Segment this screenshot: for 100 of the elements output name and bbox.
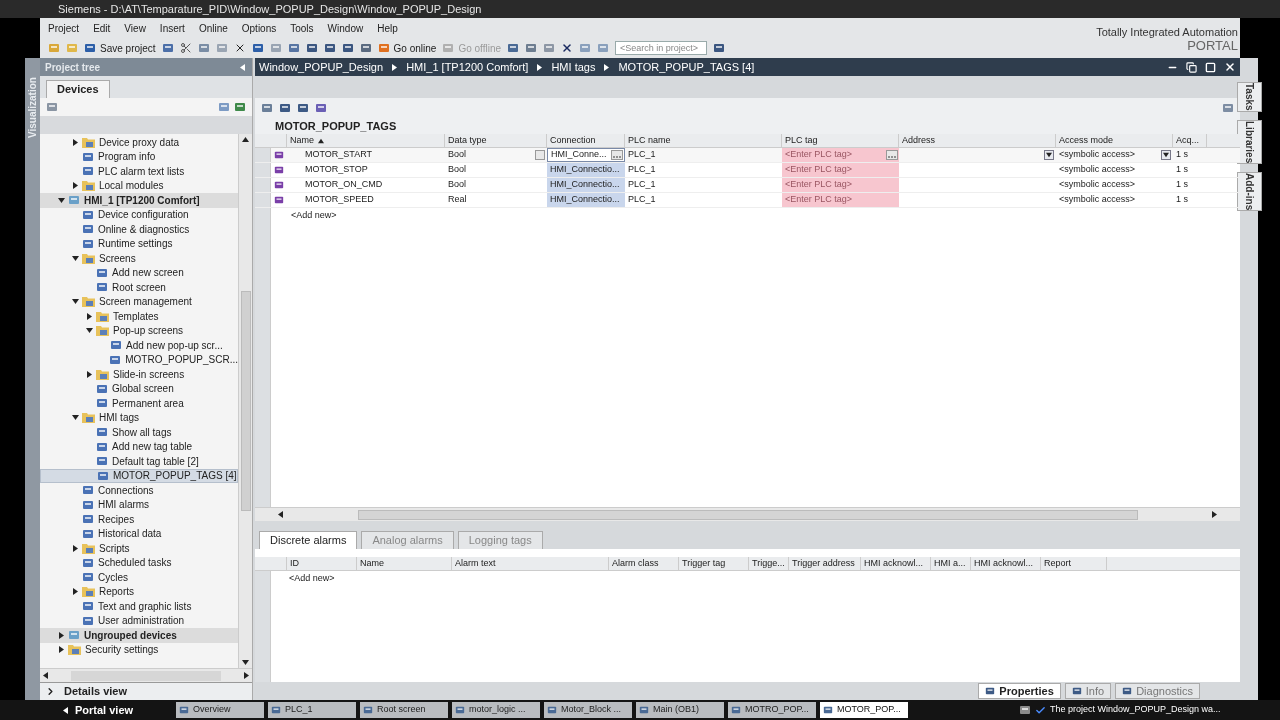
browse-button[interactable] — [886, 150, 898, 160]
taskbar-item[interactable]: Motor_Block ... — [544, 702, 632, 718]
tree-item[interactable]: Add new tag table — [40, 439, 238, 454]
tree-item[interactable]: Global screen — [40, 381, 238, 396]
browse-button[interactable] — [611, 150, 623, 160]
expand-arrow-icon[interactable] — [72, 544, 79, 552]
tree-item[interactable]: Scheduled tasks — [40, 555, 238, 570]
column-header[interactable]: Address — [899, 134, 1056, 147]
menu-item[interactable]: Window — [327, 20, 364, 36]
close-icon[interactable] — [1224, 61, 1236, 73]
tree-item[interactable]: Device proxy data — [40, 135, 238, 150]
column-header[interactable]: Name — [287, 134, 445, 147]
tree-item[interactable]: Runtime settings — [40, 236, 238, 251]
column-header[interactable]: Alarm class — [609, 557, 679, 570]
add-new-row[interactable]: <Add new> — [271, 208, 337, 223]
tree-item[interactable]: User administration — [40, 613, 238, 628]
menu-item[interactable]: Help — [377, 20, 398, 36]
close-icon[interactable] — [561, 42, 574, 54]
taskbar-item[interactable]: Overview — [176, 702, 264, 718]
menu-item[interactable]: Insert — [159, 20, 185, 36]
devices-tab[interactable]: Devices — [46, 80, 110, 98]
column-header[interactable]: Report — [1041, 557, 1107, 570]
tree-item[interactable]: Connections — [40, 483, 238, 498]
column-header[interactable]: HMI acknowl... — [971, 557, 1041, 570]
column-header[interactable]: Data type — [445, 134, 547, 147]
column-header[interactable]: HMI a... — [931, 557, 971, 570]
portal-view-button[interactable]: Portal view — [62, 701, 172, 719]
vertical-scrollbar[interactable] — [238, 134, 252, 668]
horizontal-scrollbar[interactable] — [255, 507, 1240, 521]
tree-item[interactable]: Show all tags — [40, 425, 238, 440]
column-header[interactable]: PLC tag — [782, 134, 899, 147]
scroll-left-icon[interactable] — [277, 511, 284, 518]
tree-item[interactable]: HMI tags — [40, 410, 238, 425]
tree-item[interactable]: Screens — [40, 251, 238, 266]
tree-item[interactable]: Local modules — [40, 178, 238, 193]
tree-item[interactable]: Pop-up screens — [40, 323, 238, 338]
column-header[interactable]: Connection — [547, 134, 625, 147]
breadcrumb-item[interactable]: MOTOR_POPUP_TAGS [4] — [618, 58, 755, 76]
column-header[interactable]: HMI acknowl... — [861, 557, 931, 570]
tree-item[interactable]: MOTOR_POPUP_TAGS [4] — [40, 468, 238, 483]
add-new-row[interactable]: <Add new> — [271, 571, 335, 586]
menu-item[interactable]: Edit — [93, 20, 111, 36]
breadcrumb-item[interactable]: HMI tags — [551, 58, 596, 76]
expand-icon[interactable] — [45, 686, 56, 697]
go-online-button[interactable]: Go online — [377, 40, 437, 56]
menu-item[interactable]: Project — [48, 20, 80, 36]
scroll-down-icon[interactable] — [242, 659, 249, 666]
tree-item[interactable]: Templates — [40, 309, 238, 324]
breadcrumb-item[interactable]: HMI_1 [TP1200 Comfort] — [406, 58, 529, 76]
taskbar-item[interactable]: Root screen — [360, 702, 448, 718]
tree-item[interactable]: Permanent area — [40, 396, 238, 411]
expand-arrow-icon[interactable] — [86, 370, 93, 378]
menu-item[interactable]: Options — [241, 20, 277, 36]
tree-item[interactable]: Screen management — [40, 294, 238, 309]
expand-arrow-icon[interactable] — [86, 312, 93, 320]
expand-arrow-icon[interactable] — [72, 138, 79, 146]
column-header[interactable]: PLC name — [625, 134, 782, 147]
scroll-right-icon[interactable] — [243, 672, 250, 679]
tree-item[interactable]: Historical data — [40, 526, 238, 541]
taskbar-item[interactable]: Main (OB1) — [636, 702, 724, 718]
column-header[interactable]: Trigge... — [749, 557, 789, 570]
tree-item[interactable]: Root screen — [40, 280, 238, 295]
taskbar-item[interactable]: PLC_1 — [268, 702, 356, 718]
tree-item[interactable]: Recipes — [40, 512, 238, 527]
taskbar-item[interactable]: MOTOR_POP... — [820, 702, 908, 718]
scroll-up-icon[interactable] — [242, 136, 249, 143]
column-header[interactable]: Alarm text — [452, 557, 609, 570]
tree-item[interactable]: Program info — [40, 149, 238, 164]
tree-item[interactable]: PLC alarm text lists — [40, 164, 238, 179]
tree-item[interactable]: Add new pop-up scr... — [40, 338, 238, 353]
collapse-arrow-icon[interactable] — [72, 414, 79, 422]
inspector-tab[interactable]: Diagnostics — [1115, 683, 1200, 699]
side-tab[interactable]: Tasks — [1236, 82, 1262, 112]
scroll-right-icon[interactable] — [1211, 511, 1218, 518]
taskbar-item[interactable]: motor_logic ... — [452, 702, 540, 718]
plc-tag-field[interactable]: <Enter PLC tag> — [782, 148, 899, 162]
tree-item[interactable]: Scripts — [40, 541, 238, 556]
tree-item[interactable]: HMI_1 [TP1200 Comfort] — [40, 193, 238, 208]
horizontal-scrollbar[interactable] — [40, 668, 252, 682]
plc-tag-field[interactable]: <Enter PLC tag> — [782, 178, 899, 192]
tree-item[interactable]: Security settings — [40, 642, 238, 657]
menu-item[interactable]: View — [124, 20, 146, 36]
tree-item[interactable]: MOTRO_POPUP_SCR... — [40, 352, 238, 367]
taskbar-item[interactable]: MOTRO_POP... — [728, 702, 816, 718]
scroll-left-icon[interactable] — [42, 672, 49, 679]
tree-item[interactable]: Device configuration — [40, 207, 238, 222]
collapse-panel-icon[interactable] — [239, 63, 246, 71]
expand-arrow-icon[interactable] — [72, 588, 79, 596]
column-header[interactable]: Trigger tag — [679, 557, 749, 570]
expand-arrow-icon[interactable] — [72, 182, 79, 190]
tree-item[interactable]: Add new screen — [40, 265, 238, 280]
collapse-arrow-icon[interactable] — [86, 327, 93, 335]
plc-tag-field[interactable]: <Enter PLC tag> — [782, 193, 899, 207]
search-field[interactable]: <Search in project> — [615, 41, 708, 55]
tree-item[interactable]: Online & diagnostics — [40, 222, 238, 237]
inspector-tab[interactable]: Properties — [978, 683, 1061, 699]
column-header[interactable]: Access mode — [1056, 134, 1173, 147]
tree-item[interactable]: Text and graphic lists — [40, 599, 238, 614]
tree-item[interactable]: Default tag table [2] — [40, 454, 238, 469]
column-header[interactable]: ID — [287, 557, 357, 570]
